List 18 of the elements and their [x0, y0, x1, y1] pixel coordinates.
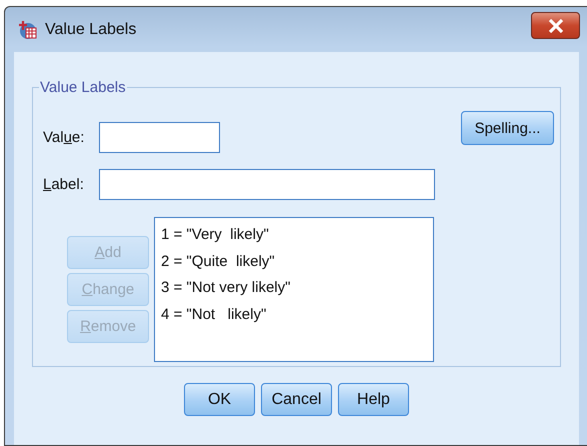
group-title: Value Labels [39, 79, 127, 96]
spelling-button[interactable]: Spelling... [461, 111, 554, 145]
list-item[interactable]: 4 = "Not likely" [159, 302, 429, 328]
close-icon [548, 18, 564, 32]
close-button[interactable] [531, 12, 580, 39]
value-labels-list[interactable]: 1 = "Very likely" 2 = "Quite likely" 3 = "Not very likely" 4 = "Not likely" [154, 217, 434, 362]
field-label: Label: [43, 176, 85, 193]
dialog-button[interactable]: Cancel [261, 383, 332, 416]
dialog-button[interactable]: OK [184, 383, 255, 416]
dialog-button[interactable]: Help [338, 383, 409, 416]
list-item[interactable]: 1 = "Very likely" [159, 222, 429, 248]
field-label: Value: [43, 129, 86, 146]
window-title: Value Labels [45, 20, 136, 38]
input-field[interactable] [99, 122, 220, 153]
list-item[interactable]: 2 = "Quite likely" [159, 248, 429, 275]
table-icon [18, 20, 38, 40]
input-field[interactable] [99, 169, 435, 200]
list-item[interactable]: 3 = "Not very likely" [159, 275, 429, 302]
